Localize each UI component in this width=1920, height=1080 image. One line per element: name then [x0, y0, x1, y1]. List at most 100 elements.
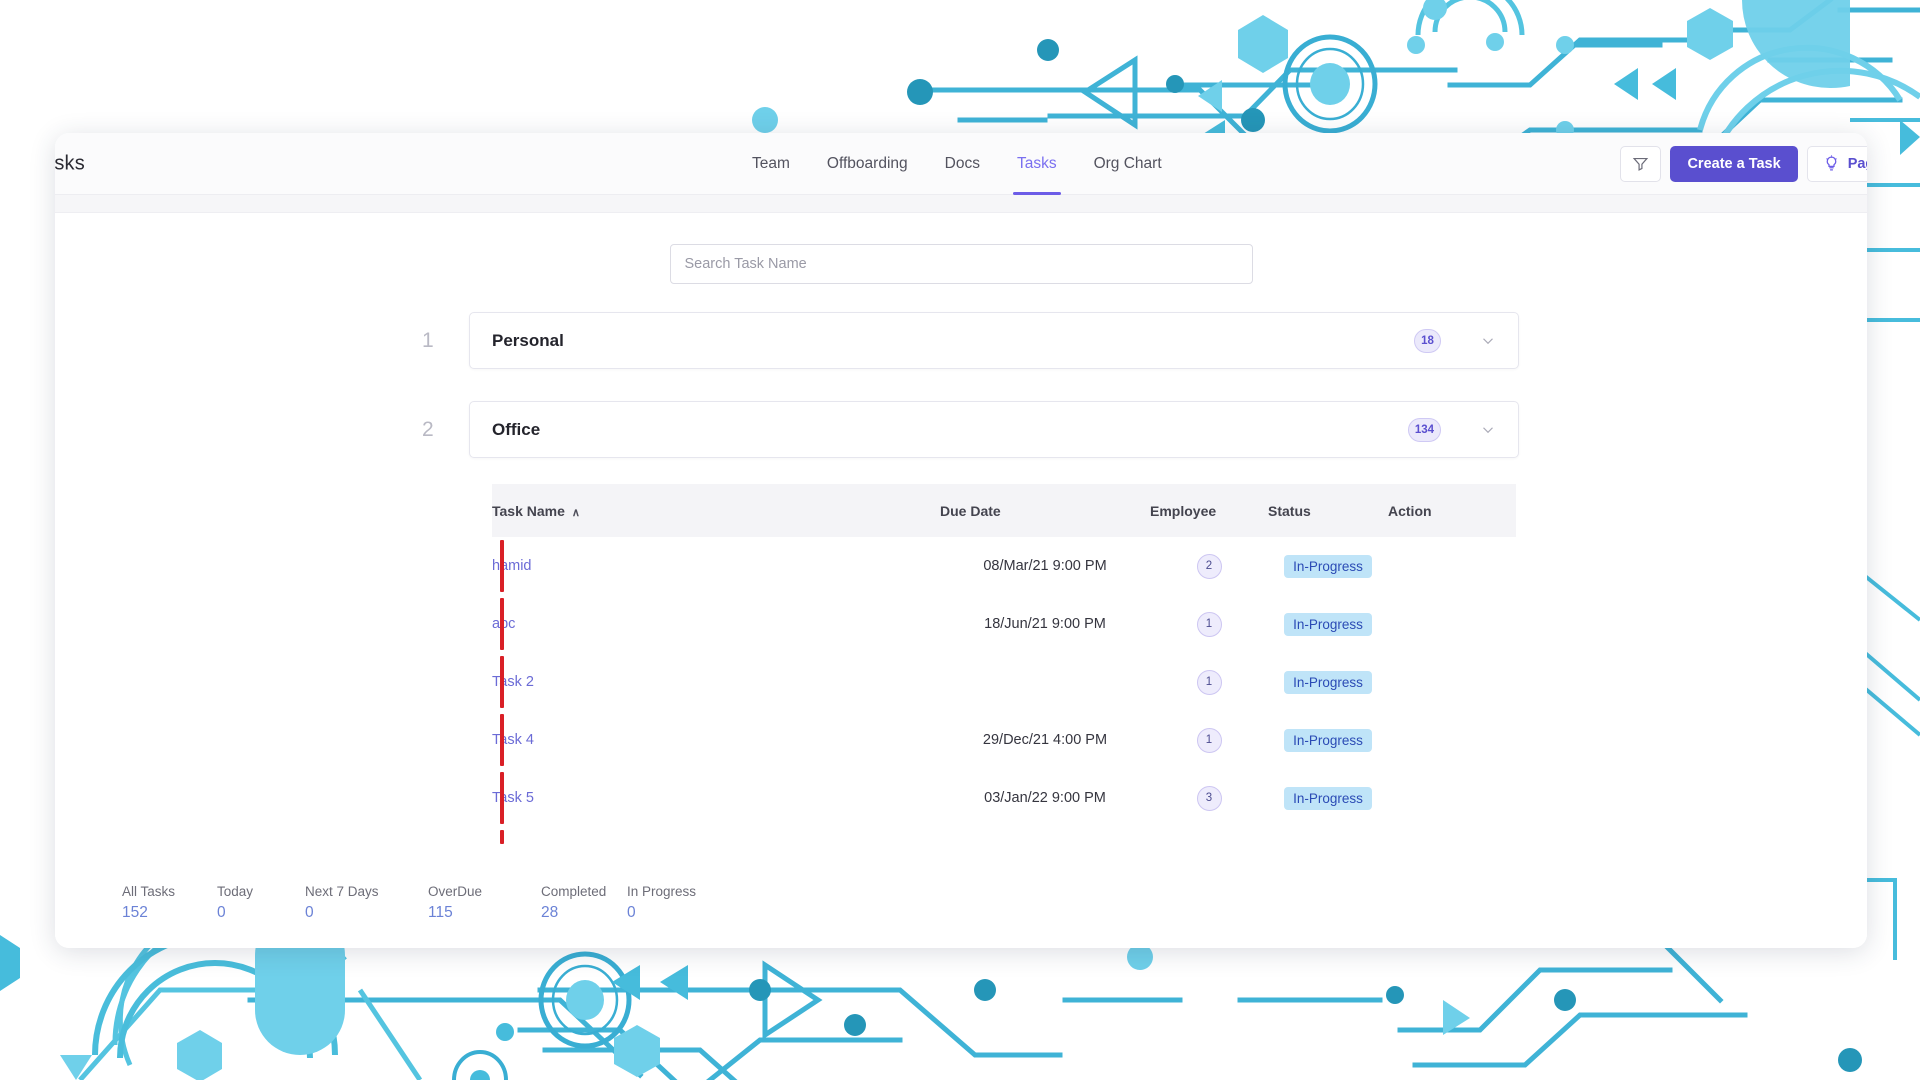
cell-action[interactable] [1388, 769, 1516, 827]
column-header-employee[interactable]: Employee [1150, 484, 1268, 537]
cell-task-name[interactable]: abc [492, 595, 940, 653]
chevron-down-icon[interactable] [1479, 332, 1497, 350]
section-index: 1 [422, 328, 434, 352]
table-row[interactable]: abc 18/Jun/21 9:00 PM 1 In-Progress [492, 595, 1516, 653]
stat-value: 28 [541, 904, 559, 921]
status-badge: In-Progress [1284, 670, 1372, 694]
table-row[interactable]: Task 5 03/Jan/22 9:00 PM 3 In-Progress [492, 769, 1516, 827]
cell-action[interactable] [1388, 653, 1516, 711]
accordion-office[interactable]: Office 134 [469, 401, 1519, 458]
topbar-actions: Create a Task Page Ti [1620, 145, 1867, 182]
employee-count-badge[interactable]: 2 [1196, 553, 1222, 579]
column-header-task-name[interactable]: Task Name ∧ [492, 484, 940, 537]
cell-due-date [940, 827, 1150, 847]
search-input[interactable] [669, 244, 1253, 284]
table-row[interactable]: hamid 08/Mar/21 9:00 PM 2 In-Progress [492, 537, 1516, 595]
stat-overdue[interactable]: OverDue 115 [428, 884, 541, 922]
task-name-link[interactable]: Task 5 [492, 790, 534, 806]
cell-action[interactable] [1388, 595, 1516, 653]
task-name-link[interactable]: Task 4 [492, 732, 534, 748]
employee-count-badge[interactable]: 3 [1196, 785, 1222, 811]
stat-all-tasks[interactable]: All Tasks 152 [122, 884, 217, 922]
stat-label: Today [217, 884, 254, 899]
cell-task-name[interactable]: Task 4 [492, 711, 940, 769]
cell-due-date: 08/Mar/21 9:00 PM [983, 558, 1107, 574]
footer-stats-bar: All Tasks 152 Today 0 Next 7 Days 0 Over… [55, 868, 1867, 948]
page-tips-button[interactable]: Page Ti [1806, 145, 1867, 182]
overdue-flag-icon [500, 598, 504, 650]
nav-item-label: Offboarding [826, 155, 908, 172]
toolbar-strip [55, 195, 1867, 213]
stat-value: 115 [428, 904, 453, 921]
cell-task-name[interactable]: Task 2 [492, 653, 940, 711]
employee-count-badge[interactable]: 1 [1196, 611, 1222, 637]
stat-label: All Tasks [122, 884, 176, 899]
cell-task-name[interactable]: hamid [492, 537, 940, 595]
stat-completed[interactable]: Completed 28 [541, 884, 627, 922]
task-name-link[interactable]: hamid [492, 558, 532, 574]
column-header-status[interactable]: Status [1268, 484, 1388, 537]
table-header-row: Task Name ∧ Due Date Employee Status Acti… [492, 484, 1516, 537]
overdue-flag-icon [500, 772, 504, 824]
overdue-flag-icon [500, 830, 504, 844]
cell-employee: 3 [1150, 769, 1268, 827]
accordion-personal[interactable]: Personal 18 [469, 312, 1519, 369]
stat-next-7-days[interactable]: Next 7 Days 0 [305, 884, 428, 922]
cell-task-name[interactable]: Task 5 [492, 769, 940, 827]
nav-item-team[interactable]: Team [752, 133, 790, 195]
stat-label: Next 7 Days [305, 884, 379, 899]
table-row[interactable]: Task 2 1 In-Progress [492, 653, 1516, 711]
stat-in-progress[interactable]: In Progress 0 [627, 884, 696, 922]
lightbulb-icon [1825, 155, 1837, 171]
column-header-action: Action [1388, 484, 1516, 537]
nav-item-offboarding[interactable]: Offboarding [827, 133, 908, 195]
employee-count-badge[interactable]: 1 [1196, 727, 1222, 753]
tasks-table-wrap: Task Name ∧ Due Date Employee Status Acti… [492, 484, 1516, 847]
cell-status: In-Progress [1268, 769, 1388, 827]
cell-employee: 1 [1150, 595, 1268, 653]
cell-task-name [492, 827, 940, 847]
nav-item-tasks[interactable]: Tasks [1012, 133, 1061, 195]
overdue-flag-icon [500, 540, 504, 592]
sort-ascending-icon[interactable]: ∧ [572, 507, 580, 519]
accordion-count-badge: 18 [1414, 328, 1441, 353]
overdue-flag-icon [500, 714, 504, 766]
cell-employee: 1 [1150, 711, 1268, 769]
cell-employee: 2 [1150, 537, 1268, 595]
stat-label: OverDue [428, 884, 483, 899]
chevron-down-icon[interactable] [1479, 421, 1497, 439]
status-badge: In-Progress [1284, 612, 1372, 636]
section-index: 2 [422, 417, 434, 441]
overdue-flag-icon [500, 656, 504, 708]
nav-item-org-chart[interactable]: Org Chart [1094, 133, 1162, 195]
stat-label: Completed [541, 884, 607, 899]
cell-employee [1150, 827, 1268, 847]
page-tips-label: Page Ti [1847, 155, 1867, 172]
cell-action[interactable] [1388, 711, 1516, 769]
section-row-office: 2 Office 134 [55, 401, 1867, 458]
page-content: 1 Personal 18 2 Office 134 [55, 213, 1867, 948]
stat-today[interactable]: Today 0 [217, 884, 305, 922]
tasks-table-head: Task Name ∧ Due Date Employee Status Acti… [492, 484, 1516, 537]
employee-count-badge[interactable]: 1 [1196, 669, 1222, 695]
cell-action[interactable] [1388, 537, 1516, 595]
column-header-due-date[interactable]: Due Date [940, 484, 1150, 537]
app-topbar: asks Team Offboarding Docs Tasks Org Cha… [55, 133, 1867, 195]
nav-item-label: Team [752, 155, 790, 172]
nav-item-docs[interactable]: Docs [945, 133, 980, 195]
cell-status: In-Progress [1268, 711, 1388, 769]
cell-status [1268, 827, 1388, 847]
create-task-label: Create a Task [1687, 155, 1781, 172]
table-row-partial[interactable] [492, 827, 1516, 847]
stat-value: 152 [122, 904, 148, 921]
accordion-title: Office [492, 419, 541, 439]
app-window: asks Team Offboarding Docs Tasks Org Cha… [55, 133, 1867, 948]
filter-button[interactable] [1620, 145, 1662, 182]
status-badge: In-Progress [1284, 786, 1372, 810]
task-name-link[interactable]: Task 2 [492, 674, 534, 690]
table-row[interactable]: Task 4 29/Dec/21 4:00 PM 1 In-Progress [492, 711, 1516, 769]
cell-status: In-Progress [1268, 653, 1388, 711]
tasks-table-body: hamid 08/Mar/21 9:00 PM 2 In-Progress 18… [492, 537, 1516, 847]
create-task-button[interactable]: Create a Task [1670, 145, 1798, 182]
nav-item-label: Org Chart [1093, 155, 1162, 172]
